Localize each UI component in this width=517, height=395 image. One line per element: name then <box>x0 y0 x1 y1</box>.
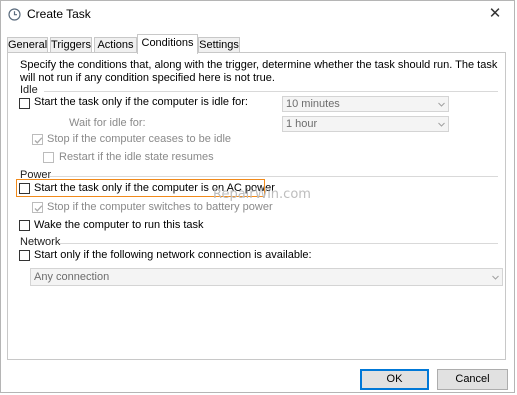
clock-icon <box>8 8 21 21</box>
wait-for-idle-value: 1 hour <box>286 118 318 130</box>
window-title: Create Task <box>27 7 91 21</box>
power-divider <box>50 176 498 177</box>
checkmark-icon <box>34 137 43 144</box>
network-connection-select[interactable]: Any connection <box>30 268 503 286</box>
stop-if-not-idle-checkbox[interactable] <box>32 134 43 145</box>
stop-on-battery-label: Stop if the computer switches to battery… <box>47 201 273 213</box>
idle-duration-value: 10 minutes <box>286 98 340 110</box>
restart-if-idle-label: Restart if the idle state resumes <box>59 151 214 163</box>
restart-if-idle-checkbox[interactable] <box>43 152 54 163</box>
chevron-down-icon <box>438 122 445 127</box>
start-if-idle-label: Start the task only if the computer is i… <box>34 96 248 108</box>
start-if-idle-checkbox[interactable] <box>19 98 30 109</box>
conditions-description: Specify the conditions that, along with … <box>20 59 498 84</box>
chevron-down-icon <box>492 275 499 280</box>
tab-triggers[interactable]: Triggers <box>50 37 92 53</box>
watermark: RepairWin.com <box>213 187 311 202</box>
wake-computer-label: Wake the computer to run this task <box>34 219 204 231</box>
chevron-down-icon <box>438 102 445 107</box>
create-task-window: Create Task ✕ General Triggers Actions C… <box>0 0 515 393</box>
network-connection-value: Any connection <box>34 271 110 283</box>
close-icon[interactable]: ✕ <box>484 4 506 24</box>
tab-conditions[interactable]: Conditions <box>137 34 198 54</box>
tab-general[interactable]: General <box>7 37 48 53</box>
stop-if-not-idle-label: Stop if the computer ceases to be idle <box>47 133 232 145</box>
wait-for-idle-select[interactable]: 1 hour <box>282 116 449 132</box>
idle-duration-select[interactable]: 10 minutes <box>282 96 449 112</box>
title-bar: Create Task ✕ <box>1 1 514 29</box>
start-if-network-label: Start only if the following network conn… <box>34 249 312 261</box>
tab-settings[interactable]: Settings <box>198 37 240 53</box>
network-heading: Network <box>20 236 61 248</box>
tab-actions[interactable]: Actions <box>94 37 137 53</box>
network-divider <box>60 243 498 244</box>
wake-computer-checkbox[interactable] <box>19 220 30 231</box>
ok-button[interactable]: OK <box>360 369 429 390</box>
idle-divider <box>44 91 498 92</box>
stop-on-battery-checkbox[interactable] <box>32 202 43 213</box>
start-if-network-checkbox[interactable] <box>19 250 30 261</box>
conditions-panel: Specify the conditions that, along with … <box>7 52 506 360</box>
cancel-button[interactable]: Cancel <box>437 369 508 390</box>
checkmark-icon <box>34 205 43 212</box>
idle-heading: Idle <box>20 84 38 96</box>
wait-for-idle-label: Wait for idle for: <box>69 117 146 129</box>
